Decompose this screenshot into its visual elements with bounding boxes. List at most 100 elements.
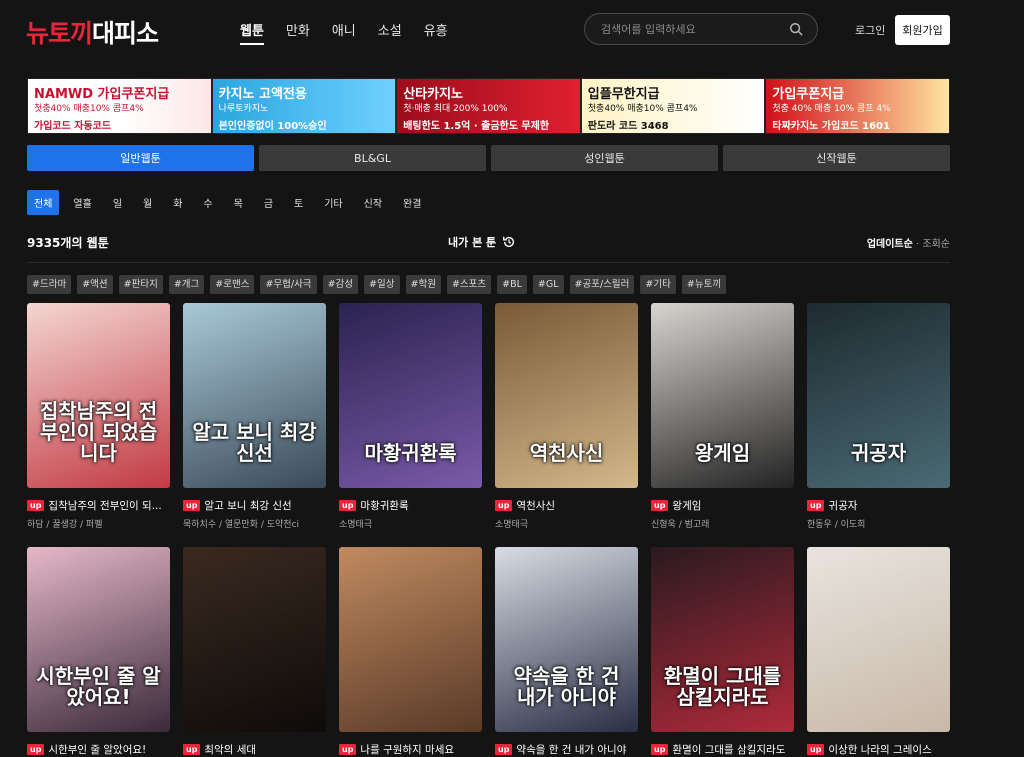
sort-update[interactable]: 업데이트순 [867,239,913,250]
webtoon-title[interactable]: up 왕게임 [651,498,794,513]
login-link[interactable]: 로그인 [855,22,885,38]
day-tab-10days[interactable]: 열흘 [73,195,91,210]
nav-anime[interactable]: 애니 [332,20,356,45]
webtoon-cover[interactable] [339,547,482,732]
ad-banner[interactable]: 카지노 고액전용 나루토카지노 본인인증없이 100%승인 [211,78,397,134]
webtoon-card[interactable]: 환멸이 그대를 삼킬지라도 up 환멸이 그대를 삼킬지라도 [651,547,794,757]
update-badge: up [651,500,669,511]
webtoon-card[interactable]: 시한부인 줄 알았어요! up 시한부인 줄 알았어요! [27,547,170,757]
webtoon-card[interactable]: 역천사신 up 역천사신 소명태극 [495,303,638,530]
webtoon-card[interactable]: 집착남주의 전부인이 되었습니다 up 집착남주의 전부인이 되... 하담 / 꿀생… [27,303,170,530]
tag-drama[interactable]: #드라마 [27,275,72,294]
webtoon-title[interactable]: up 이상한 나라의 그레이스 [807,742,950,757]
webtoon-author: 묵하치수 / 열문만화 / 도약천ci [183,520,300,530]
ad-banner[interactable]: 입플무한지급 첫충40% 매충10% 콤프4% 판도라 코드 3468 [580,78,766,134]
tab-new-webtoon[interactable]: 신작웹툰 [723,145,950,171]
tab-adult-webtoon[interactable]: 성인웹툰 [491,145,718,171]
webtoon-title[interactable]: up 나를 구원하지 마세요 [339,742,482,757]
webtoon-cover[interactable]: 집착남주의 전부인이 되었습니다 [27,303,170,488]
tab-general-webtoon[interactable]: 일반웹툰 [27,145,254,171]
tab-bl-gl[interactable]: BL&GL [259,145,486,171]
day-tab-sat[interactable]: 토 [294,195,303,210]
webtoon-title[interactable]: up 시한부인 줄 알았어요! [27,742,170,757]
webtoon-cover[interactable]: 시한부인 줄 알았어요! [27,547,170,732]
ad-banners: NAMWD 가입쿠폰지급 첫충40% 매충10% 콤프4% 가입코드 자동코드 카지… [27,78,950,134]
search-icon[interactable] [789,22,803,36]
webtoon-cover[interactable]: 환멸이 그대를 삼킬지라도 [651,547,794,732]
webtoon-cover[interactable] [807,547,950,732]
webtoon-card[interactable]: 왕게임 up 왕게임 신형욱 / 범고래 [651,303,794,530]
cover-title-art: 환멸이 그대를 삼킬지라도 [663,664,782,709]
tag-action[interactable]: #액션 [77,275,113,294]
search-input[interactable] [601,14,791,44]
webtoon-card[interactable]: up 나를 구원하지 마세요 [339,547,482,757]
day-tab-mon[interactable]: 월 [143,195,152,210]
webtoon-title[interactable]: up 약속을 한 건 내가 아니야 [495,742,638,757]
webtoon-title[interactable]: up 알고 보니 최강 신선 [183,498,326,513]
webtoon-card[interactable]: up 최악의 세대 [183,547,326,757]
webtoon-card[interactable]: 마황귀환록 up 마황귀환록 소명태극 [339,303,482,530]
day-tab-tue[interactable]: 화 [173,195,182,210]
tag-fantasy[interactable]: #판타지 [118,275,163,294]
webtoon-cover[interactable]: 마황귀환록 [339,303,482,488]
ad-banner[interactable]: 산타카지노 첫·매충 최대 200% 100% 배팅한도 1.5억 · 출금한도 무… [396,78,581,134]
tag-etc[interactable]: #기타 [640,275,676,294]
cover-title-art: 마황귀환록 [364,441,457,465]
webtoon-card[interactable]: 약속을 한 건 내가 아니야 up 약속을 한 건 내가 아니야 [495,547,638,757]
webtoon-title[interactable]: up 귀공자 [807,498,950,513]
day-tab-fri[interactable]: 금 [264,195,273,210]
tag-horror[interactable]: #공포/스릴러 [569,275,635,294]
day-tab-etc[interactable]: 기타 [324,195,342,210]
tag-daily[interactable]: #일상 [364,275,400,294]
tag-gl[interactable]: #GL [532,275,564,294]
webtoon-cover[interactable]: 약속을 한 건 내가 아니야 [495,547,638,732]
webtoon-cover[interactable]: 역천사신 [495,303,638,488]
webtoon-title-text: 왕게임 [672,500,702,512]
tag-martial[interactable]: #무협/사극 [260,275,317,294]
nav-novel[interactable]: 소설 [378,20,402,45]
webtoon-cover[interactable] [183,547,326,732]
category-tabs: 일반웹툰 BL&GL 성인웹툰 신작웹툰 [27,145,950,171]
webtoon-title[interactable]: up 최악의 세대 [183,742,326,757]
cover-title-art: 집착남주의 전부인이 되었습니다 [39,399,158,465]
tag-newtoki[interactable]: #뉴토끼 [681,275,727,294]
tag-bl[interactable]: #BL [497,275,527,294]
webtoon-cover[interactable]: 왕게임 [651,303,794,488]
webtoon-cover[interactable]: 알고 보니 최강 신선 [183,303,326,488]
nav-adult[interactable]: 유흥 [424,20,448,45]
ad-banner[interactable]: NAMWD 가입쿠폰지급 첫충40% 매충10% 콤프4% 가입코드 자동코드 [27,78,212,134]
tag-comedy[interactable]: #개그 [168,275,205,294]
webtoon-title[interactable]: up 역천사신 [495,498,638,513]
tag-school[interactable]: #학원 [405,275,441,294]
ad-banner-code: 배팅한도 1.5억 · 출금한도 무제한 [403,121,550,132]
day-tab-wed[interactable]: 수 [203,195,212,210]
webtoon-title-text: 귀공자 [828,500,858,512]
tag-emotion[interactable]: #감성 [322,275,359,294]
webtoon-card[interactable]: 귀공자 up 귀공자 한동우 / 이도희 [807,303,950,530]
tag-romance[interactable]: #로맨스 [210,275,255,294]
webtoon-title[interactable]: up 마황귀환록 [339,498,482,513]
site-logo[interactable]: 뉴토끼대피소 [26,14,159,50]
day-tab-all[interactable]: 전체 [27,190,60,215]
update-badge: up [807,500,825,511]
recent-viewed-link[interactable]: 내가 본 툰 [448,234,516,250]
webtoon-card[interactable]: 알고 보니 최강 신선 up 알고 보니 최강 신선묵하치수 / 열문만화 / 도약… [183,303,326,530]
webtoon-card[interactable]: up 이상한 나라의 그레이스 [807,547,950,757]
signup-button[interactable]: 회원가입 [895,15,950,45]
webtoon-title[interactable]: up 집착남주의 전부인이 되... [27,498,170,513]
sort-views[interactable]: 조회순 [922,239,950,250]
cover-title-art: 약속을 한 건 내가 아니야 [513,664,620,709]
cover-title-art: 역천사신 [529,441,604,465]
day-tab-sun[interactable]: 일 [113,195,122,210]
ad-banner[interactable]: 가입쿠폰지급 첫충 40% 매충 10% 콤프 4% 타짜카지노 가입코드 1601 [765,78,950,134]
cover-title-art: 알고 보니 최강 신선 [192,420,317,465]
day-tab-thu[interactable]: 목 [234,195,243,210]
tag-sports[interactable]: #스포츠 [446,275,492,294]
webtoon-author: 신형욱 / 범고래 [651,520,710,530]
day-tab-completed[interactable]: 완결 [403,195,421,210]
nav-manga[interactable]: 만화 [286,20,310,45]
nav-webtoon[interactable]: 웹툰 [240,20,264,45]
day-tab-new[interactable]: 신작 [364,195,382,210]
webtoon-title[interactable]: up 환멸이 그대를 삼킬지라도 [651,742,794,757]
webtoon-cover[interactable]: 귀공자 [807,303,950,488]
